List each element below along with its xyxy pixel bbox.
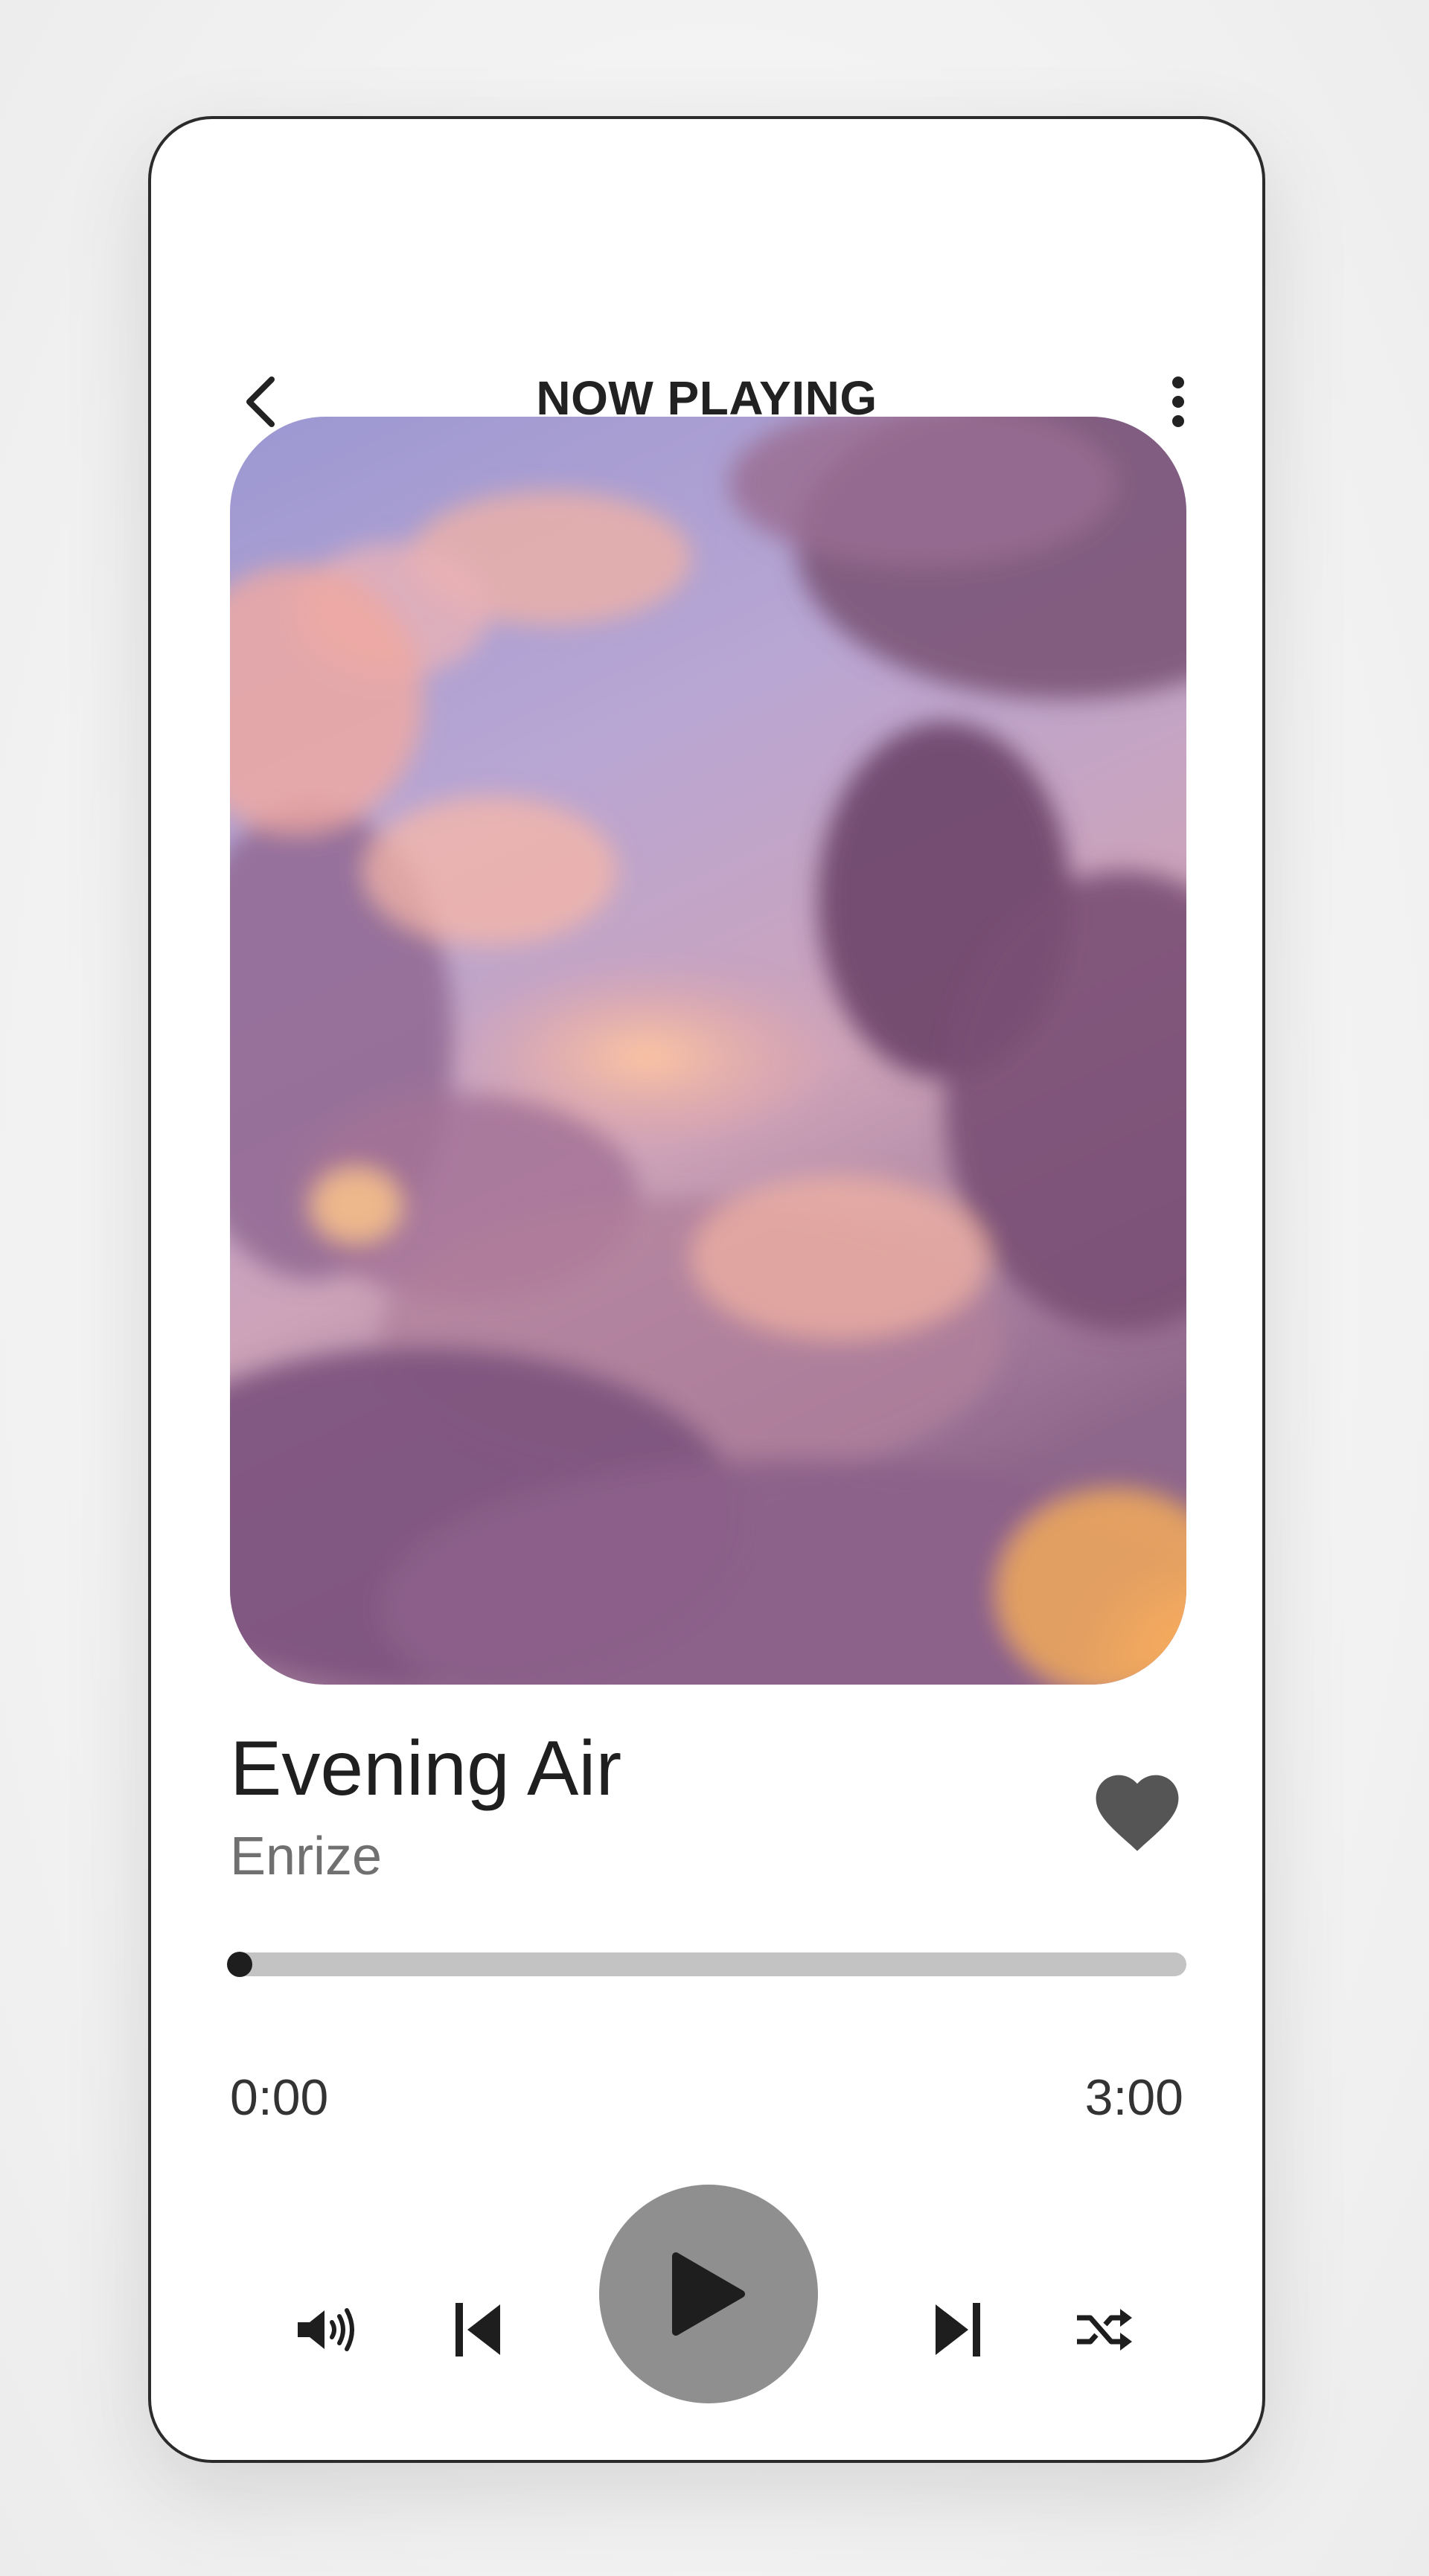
track-title: Evening Air: [230, 1726, 622, 1812]
more-vertical-icon: [1172, 377, 1184, 427]
more-options-button[interactable]: [1141, 365, 1215, 439]
previous-track-button[interactable]: [423, 2274, 534, 2386]
progress-thumb[interactable]: [227, 1952, 252, 1977]
play-icon: [672, 2252, 745, 2336]
track-info: Evening Air Enrize: [230, 1726, 1049, 1887]
like-button[interactable]: [1081, 1756, 1193, 1860]
album-art-image: [230, 417, 1186, 1685]
shuffle-icon: [1077, 2309, 1132, 2351]
play-button[interactable]: [599, 2185, 818, 2403]
current-time: 0:00: [230, 2069, 329, 2126]
shuffle-button[interactable]: [1048, 2274, 1160, 2386]
volume-button[interactable]: [270, 2274, 382, 2386]
skip-previous-icon: [455, 2303, 500, 2356]
progress-bar[interactable]: [227, 1952, 1186, 1977]
player-card: NOW PLAYING Evening Air Enrize 0:00 3:00: [148, 116, 1265, 2463]
volume-icon: [298, 2308, 354, 2351]
total-time: 3:00: [1084, 2069, 1183, 2126]
album-artwork: [230, 417, 1186, 1685]
skip-next-icon: [936, 2303, 980, 2356]
track-artist: Enrize: [230, 1827, 383, 1887]
heart-icon: [1096, 1775, 1179, 1851]
next-track-button[interactable]: [901, 2274, 1013, 2386]
